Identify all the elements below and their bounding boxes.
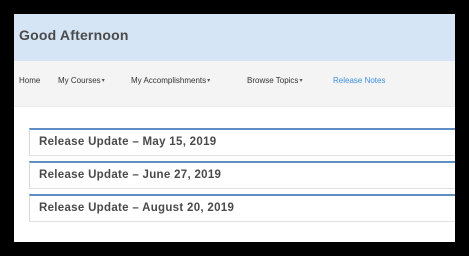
- nav-browse-topics-label: Browse Topics: [247, 76, 299, 85]
- nav-browse-topics[interactable]: Browse Topics▾: [247, 76, 302, 86]
- page-title: Good Afternoon: [19, 27, 129, 43]
- nav-my-accomplishments-label: My Accomplishments: [131, 76, 207, 85]
- nav-home-label: Home: [19, 76, 41, 85]
- nav-release-notes[interactable]: Release Notes: [333, 76, 385, 86]
- chevron-down-icon: ▾: [299, 78, 303, 84]
- page-header: Good Afternoon: [14, 14, 455, 61]
- release-update-title: Release Update – June 27, 2019: [39, 169, 222, 181]
- chevron-down-icon: ▾: [207, 78, 211, 84]
- release-update-item-may[interactable]: Release Update – May 15, 2019: [29, 128, 455, 156]
- release-update-title: Release Update – May 15, 2019: [39, 136, 217, 148]
- nav-my-courses[interactable]: My Courses▾: [58, 76, 105, 86]
- main-nav: Home My Courses▾ My Accomplishments▾ Bro…: [14, 61, 455, 107]
- release-update-title: Release Update – August 20, 2019: [39, 202, 235, 214]
- release-update-item-august[interactable]: Release Update – August 20, 2019: [29, 194, 455, 222]
- chevron-down-icon: ▾: [101, 78, 105, 84]
- release-update-list: Release Update – May 15, 2019 Release Up…: [29, 128, 455, 227]
- nav-home[interactable]: Home: [19, 76, 40, 86]
- nav-my-accomplishments[interactable]: My Accomplishments▾: [131, 76, 210, 86]
- nav-my-courses-label: My Courses: [58, 76, 101, 85]
- release-update-item-june[interactable]: Release Update – June 27, 2019: [29, 161, 455, 189]
- app-frame: Good Afternoon Home My Courses▾ My Accom…: [14, 14, 455, 242]
- nav-release-notes-label: Release Notes: [333, 76, 386, 85]
